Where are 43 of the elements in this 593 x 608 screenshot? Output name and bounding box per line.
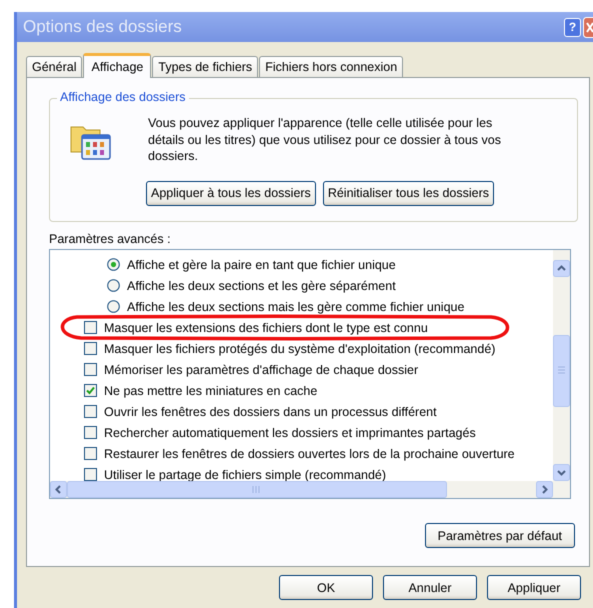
description-text: Vous pouvez appliquer l'apparence (telle celle utilisée pour les détails ou les titres) que vous utilisez pour ce dossier à tous vos dossiers.	[148, 115, 502, 164]
option-label[interactable]: Ouvrir les fenêtres des dossiers dans un processus différent	[104, 404, 437, 418]
default-button[interactable]: Paramètres par défaut	[424, 523, 575, 548]
option-label[interactable]: Rechercher automatiquement les dossiers et imprimantes partagés	[104, 426, 476, 440]
window-title: Options des dossiers	[23, 17, 183, 37]
dialog-button[interactable]: OK	[279, 575, 373, 600]
scroll-left-icon[interactable]	[50, 481, 67, 498]
dialog-button[interactable]: Appliquer	[487, 575, 581, 600]
option-label[interactable]: Masquer les fichiers protégés du système d'exploitation (recommandé)	[104, 342, 496, 356]
help-button[interactable]: ?	[564, 18, 581, 36]
scroll-up-icon[interactable]	[553, 260, 570, 277]
checkbox[interactable]	[84, 384, 97, 397]
option-label[interactable]: Affiche les deux sections et les gère séparément	[127, 278, 396, 292]
group-title: Affichage des dossiers	[57, 90, 189, 104]
tab[interactable]: Fichiers hors connexion	[259, 56, 404, 77]
checkbox[interactable]	[84, 321, 97, 334]
dialog-button[interactable]: Annuler	[383, 575, 477, 600]
radio-button[interactable]	[107, 258, 120, 271]
scroll-thumb[interactable]	[553, 334, 570, 406]
radio-button[interactable]	[107, 279, 120, 292]
section-label: Paramètres avancés :	[49, 232, 172, 246]
checkbox[interactable]	[84, 426, 97, 439]
checkbox[interactable]	[84, 363, 97, 376]
option-label[interactable]: Affiche les deux sections mais les gère comme fichier unique	[127, 300, 464, 314]
scroll-thumb[interactable]	[67, 481, 447, 498]
option-label[interactable]: Ne pas mettre les miniatures en cache	[104, 384, 318, 398]
close-icon[interactable]	[583, 16, 593, 38]
option-label[interactable]: Restaurer les fenêtres de dossiers ouvertes lors de la prochaine ouverture	[104, 446, 515, 460]
radio-button[interactable]	[107, 300, 120, 313]
checkbox[interactable]	[84, 342, 97, 355]
option-label[interactable]: Mémoriser les paramètres d'affichage de chaque dossier	[104, 362, 418, 376]
option-label[interactable]: Affiche et gère la paire en tant que fichier unique	[127, 258, 396, 272]
scroll-right-icon[interactable]	[536, 481, 553, 498]
tab[interactable]: Affichage	[83, 53, 152, 78]
scroll-down-icon[interactable]	[553, 464, 570, 481]
apply-button[interactable]: Réinitialiser tous les dossiers	[322, 180, 494, 206]
checkbox[interactable]	[84, 468, 97, 481]
apply-button[interactable]: Appliquer à tous les dossiers	[146, 180, 316, 206]
checkbox[interactable]	[84, 447, 97, 460]
tab[interactable]: Types de fichiers	[152, 56, 258, 77]
tab[interactable]: Général	[26, 56, 82, 77]
checkbox[interactable]	[84, 405, 97, 418]
option-label[interactable]: Utiliser le partage de fichiers simple (recommandé)	[104, 468, 386, 481]
